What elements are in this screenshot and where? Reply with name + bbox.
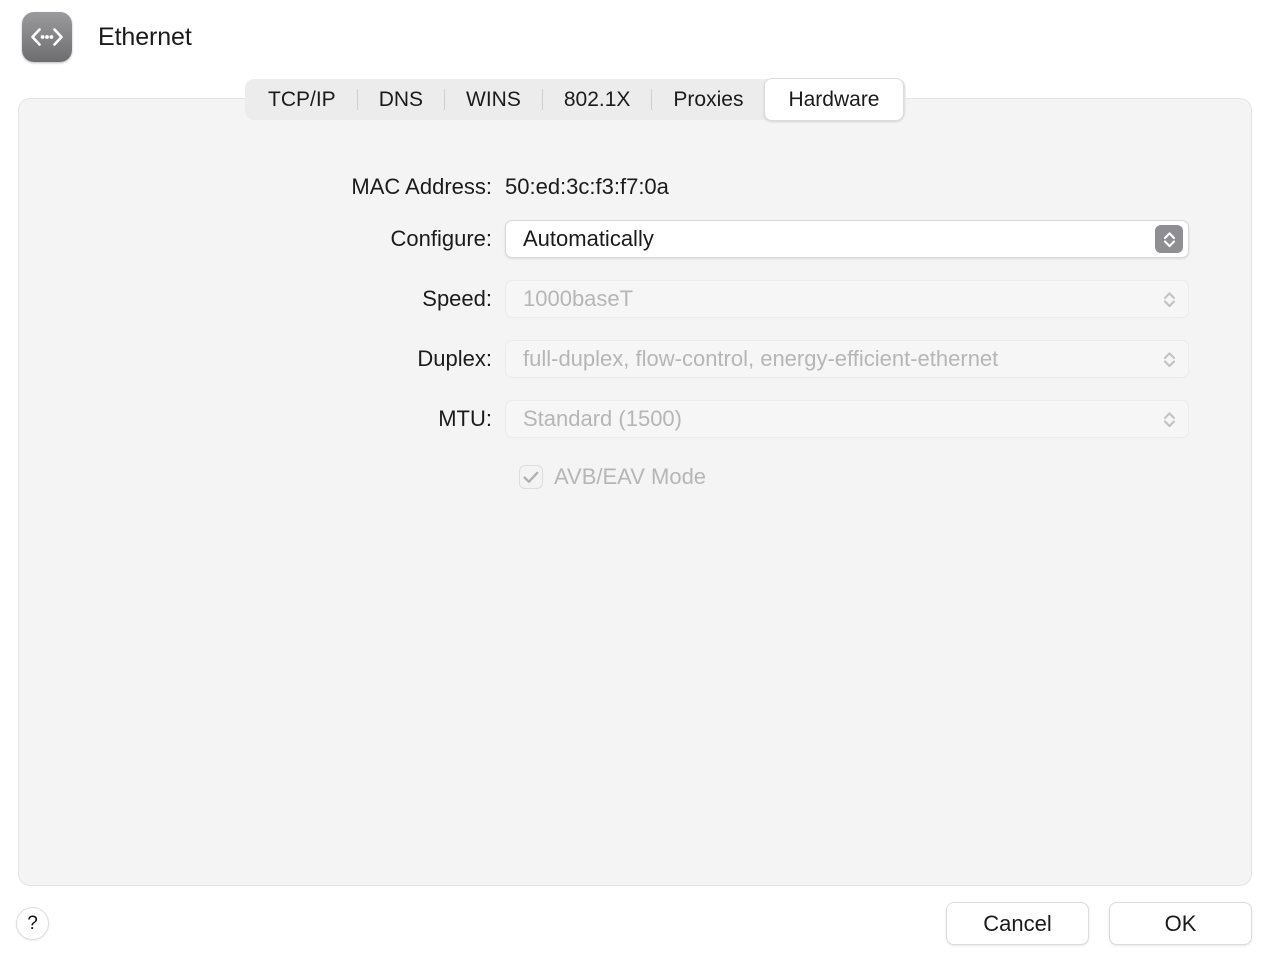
mac-address-row: MAC Address: 50:ed:3c:f3:f7:0a [18, 174, 1252, 200]
duplex-value: full-duplex, flow-control, energy-effici… [523, 346, 999, 371]
mtu-value: Standard (1500) [523, 406, 682, 431]
mac-address-label: MAC Address: [351, 174, 492, 199]
speed-popup-button[interactable]: 1000baseT [505, 280, 1189, 318]
cancel-button[interactable]: Cancel [946, 902, 1089, 945]
configure-label: Configure: [390, 226, 492, 251]
configure-value: Automatically [523, 226, 654, 251]
mtu-row: MTU: Standard (1500) [18, 400, 1252, 438]
help-button[interactable]: ? [16, 907, 49, 940]
speed-label: Speed: [422, 286, 492, 311]
mtu-label: MTU: [438, 406, 492, 431]
tab-proxies[interactable]: Proxies [652, 81, 764, 118]
chevron-up-down-icon [1155, 225, 1183, 253]
duplex-row: Duplex: full-duplex, flow-control, energ… [18, 340, 1252, 378]
chevron-up-down-icon [1155, 285, 1183, 313]
ok-button[interactable]: OK [1109, 902, 1252, 945]
tab-dns[interactable]: DNS [358, 81, 444, 118]
content-panel [18, 98, 1252, 886]
tab-tcpip[interactable]: TCP/IP [247, 81, 357, 118]
avb-eav-mode-checkbox[interactable] [519, 465, 543, 489]
speed-row: Speed: 1000baseT [18, 280, 1252, 318]
configure-popup-button[interactable]: Automatically [505, 220, 1189, 258]
page-title: Ethernet [98, 22, 192, 51]
avb-eav-mode-label: AVB/EAV Mode [554, 464, 707, 489]
configure-row: Configure: Automatically [18, 220, 1252, 258]
ethernet-network-icon [22, 12, 72, 62]
mtu-popup-button[interactable]: Standard (1500) [505, 400, 1189, 438]
chevron-up-down-icon [1155, 405, 1183, 433]
duplex-popup-button[interactable]: full-duplex, flow-control, energy-effici… [505, 340, 1189, 378]
chevron-up-down-icon [1155, 345, 1183, 373]
tab-wins[interactable]: WINS [445, 81, 542, 118]
window-header: Ethernet [22, 12, 192, 62]
dialog-actions: Cancel OK [946, 902, 1252, 945]
avb-eav-mode-row[interactable]: AVB/EAV Mode [519, 464, 706, 490]
tab-8021x[interactable]: 802.1X [543, 81, 652, 118]
tab-hardware[interactable]: Hardware [764, 78, 904, 121]
duplex-label: Duplex: [417, 346, 492, 371]
mac-address-value: 50:ed:3c:f3:f7:0a [505, 174, 669, 199]
tab-bar: TCP/IP DNS WINS 802.1X Proxies Hardware [245, 78, 906, 121]
speed-value: 1000baseT [523, 286, 634, 311]
